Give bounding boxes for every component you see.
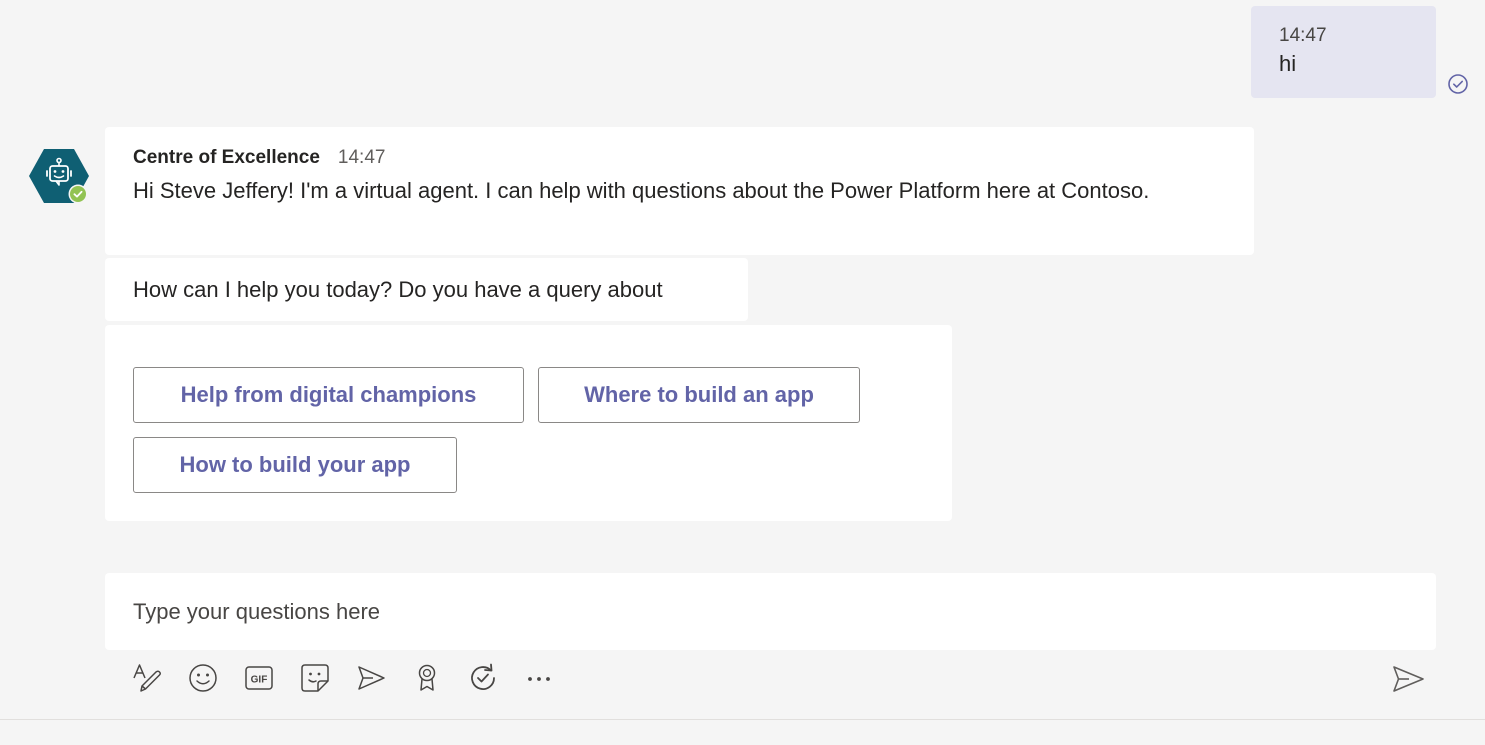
compose-box[interactable] bbox=[105, 573, 1436, 650]
bot-message-prompt: How can I help you today? Do you have a … bbox=[105, 258, 748, 321]
choice-how-to-build-your-app-button[interactable]: How to build your app bbox=[133, 437, 457, 493]
greeting-text: Hi Steve Jeffery! I'm a virtual agent. I… bbox=[133, 178, 1150, 203]
message-header: Centre of Excellence 14:47 bbox=[133, 145, 1226, 171]
divider bbox=[0, 719, 1485, 720]
user-message-time: 14:47 bbox=[1279, 25, 1327, 46]
message-time: 14:47 bbox=[337, 147, 386, 168]
user-message-text: hi bbox=[1279, 51, 1297, 76]
svg-text:GIF: GIF bbox=[251, 675, 268, 686]
choice-help-from-digital-champions-button[interactable]: Help from digital champions bbox=[133, 367, 524, 423]
sticker-icon[interactable] bbox=[298, 661, 332, 695]
meet-now-icon[interactable] bbox=[354, 661, 388, 695]
message-input[interactable] bbox=[133, 598, 1408, 625]
gif-icon[interactable]: GIF bbox=[242, 661, 276, 695]
loop-icon[interactable] bbox=[466, 661, 500, 695]
bot-avatar[interactable] bbox=[29, 148, 91, 206]
emoji-icon[interactable] bbox=[186, 661, 220, 695]
bot-message-greeting: Centre of Excellence 14:47 Hi Steve Jeff… bbox=[105, 127, 1254, 255]
sender-name[interactable]: Centre of Excellence bbox=[133, 145, 320, 171]
seen-check-icon bbox=[1447, 73, 1469, 95]
send-icon[interactable] bbox=[1389, 660, 1427, 698]
available-check-icon bbox=[68, 184, 88, 204]
user-message-bubble: 14:47 hi bbox=[1251, 6, 1436, 98]
praise-icon[interactable] bbox=[410, 661, 444, 695]
format-icon[interactable] bbox=[130, 661, 164, 695]
more-options-icon[interactable] bbox=[522, 661, 556, 695]
suggested-actions-card: Help from digital champions Where to bui… bbox=[105, 325, 952, 521]
prompt-text: How can I help you today? Do you have a … bbox=[133, 277, 663, 302]
choice-where-to-build-an-app-button[interactable]: Where to build an app bbox=[538, 367, 860, 423]
